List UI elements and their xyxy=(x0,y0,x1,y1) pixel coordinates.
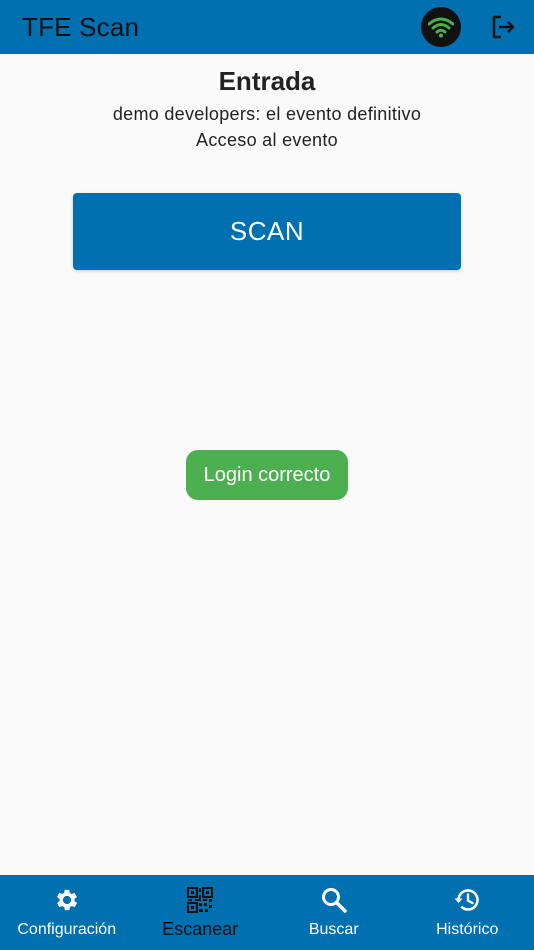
nav-label-historico: Histórico xyxy=(436,921,499,938)
gear-icon xyxy=(53,886,81,914)
login-toast: Login correcto xyxy=(186,450,348,500)
logout-icon xyxy=(492,15,515,39)
history-icon xyxy=(453,886,481,914)
wifi-status-button[interactable] xyxy=(421,7,461,47)
bottom-navigation: Configuración Escanear Buscar Histórico xyxy=(0,875,534,950)
app-bar: TFE Scan xyxy=(0,0,534,54)
nav-label-buscar: Buscar xyxy=(308,921,359,938)
search-icon xyxy=(320,886,348,914)
page-title: Entrada xyxy=(218,66,316,96)
nav-item-buscar[interactable]: Buscar xyxy=(267,875,401,950)
nav-item-configuracion[interactable]: Configuración xyxy=(0,875,134,950)
event-name: demo developers: el evento definitivo xyxy=(112,104,422,124)
nav-label-escanear: Escanear xyxy=(162,919,239,939)
qr-code-icon xyxy=(186,886,214,914)
app-title: TFE Scan xyxy=(22,12,140,42)
nav-item-historico[interactable]: Histórico xyxy=(401,875,534,950)
nav-item-escanear[interactable]: Escanear xyxy=(134,875,268,950)
scan-button[interactable]: SCAN xyxy=(73,193,461,270)
nav-label-configuracion: Configuración xyxy=(17,921,117,938)
logout-button[interactable] xyxy=(488,12,518,42)
wifi-icon xyxy=(428,17,454,38)
access-label: Acceso al evento xyxy=(196,130,338,150)
